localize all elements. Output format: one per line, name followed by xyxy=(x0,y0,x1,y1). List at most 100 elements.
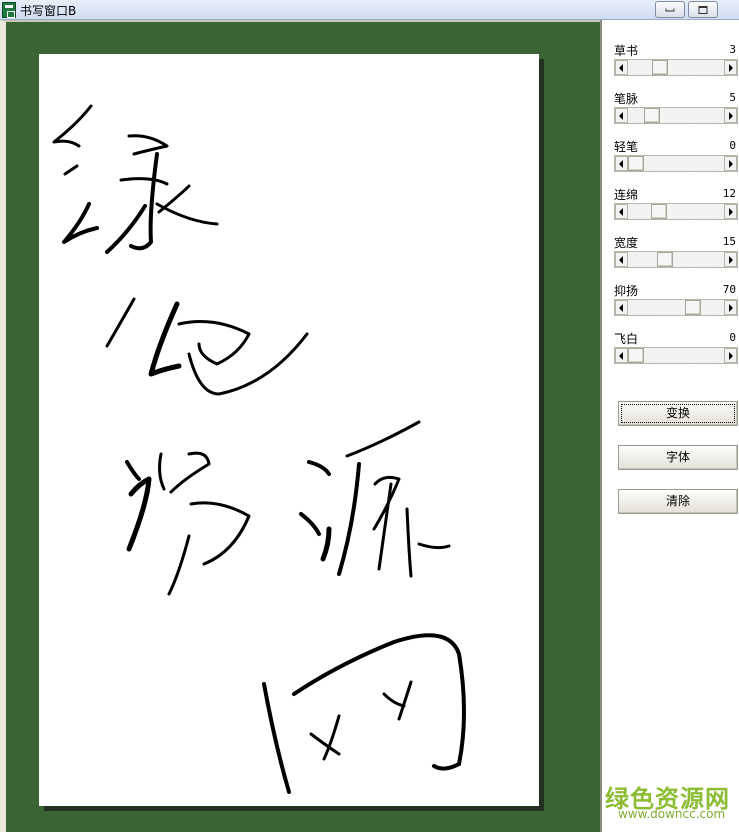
slider-thumb[interactable] xyxy=(657,252,673,267)
stroke xyxy=(127,134,169,156)
window-title: 书写窗口B xyxy=(20,4,77,18)
scroll-right-button[interactable] xyxy=(724,252,737,267)
slider-thumb[interactable] xyxy=(652,60,668,75)
scroll-left-button[interactable] xyxy=(615,156,628,171)
param-value: 15 xyxy=(722,235,736,248)
stroke xyxy=(63,164,79,176)
arrow-right-icon xyxy=(729,256,733,264)
writing-paper[interactable] xyxy=(39,54,539,806)
scroll-left-button[interactable] xyxy=(615,300,628,315)
arrow-right-icon xyxy=(729,112,733,120)
arrow-left-icon xyxy=(619,208,623,216)
stroke xyxy=(187,332,309,396)
stroke xyxy=(320,526,332,562)
arrow-left-icon xyxy=(619,64,623,72)
scroll-left-button[interactable] xyxy=(615,60,628,75)
scroll-left-button[interactable] xyxy=(615,108,628,123)
stroke xyxy=(309,732,341,756)
scroll-right-button[interactable] xyxy=(724,108,737,123)
arrow-right-icon xyxy=(729,208,733,216)
stroke xyxy=(292,633,466,766)
slider-thumb[interactable] xyxy=(628,348,644,363)
qingbi-slider[interactable] xyxy=(614,155,738,172)
stroke xyxy=(157,184,191,214)
stroke xyxy=(262,682,291,794)
scroll-left-button[interactable] xyxy=(615,204,628,219)
maximize-button[interactable] xyxy=(688,1,718,18)
arrow-left-icon xyxy=(619,160,623,168)
bimai-slider[interactable] xyxy=(614,107,738,124)
calligraphy-drawing xyxy=(52,104,466,794)
writing-canvas-area xyxy=(0,20,600,832)
param-value: 0 xyxy=(729,139,736,152)
slider-thumb[interactable] xyxy=(628,156,644,171)
arrow-right-icon xyxy=(729,352,733,360)
lianmian-slider[interactable] xyxy=(614,203,738,220)
slider-thumb[interactable] xyxy=(685,300,701,315)
arrow-left-icon xyxy=(619,352,623,360)
stroke xyxy=(417,542,451,550)
stroke xyxy=(299,512,321,536)
stroke xyxy=(189,501,251,566)
feibai-slider[interactable] xyxy=(614,347,738,364)
arrow-left-icon xyxy=(619,112,623,120)
param-label: 抑扬 xyxy=(614,284,639,298)
param-label: 草书 xyxy=(614,44,639,58)
stroke xyxy=(405,507,413,578)
param-label: 轻笔 xyxy=(614,140,639,154)
param-label: 飞白 xyxy=(614,332,639,346)
param-label: 连绵 xyxy=(614,188,639,202)
stroke xyxy=(158,452,166,491)
font-button[interactable]: 字体 xyxy=(618,445,738,470)
param-value: 3 xyxy=(729,43,736,56)
slider-thumb[interactable] xyxy=(651,204,667,219)
scroll-right-button[interactable] xyxy=(724,156,737,171)
stroke xyxy=(148,301,182,377)
scroll-left-button[interactable] xyxy=(615,348,628,363)
stroke xyxy=(126,476,152,552)
stroke xyxy=(307,460,331,476)
scroll-right-button[interactable] xyxy=(724,204,737,219)
stroke xyxy=(119,177,169,186)
title-bar: 书写窗口B xyxy=(0,0,739,20)
stroke xyxy=(397,680,413,721)
param-value: 70 xyxy=(722,283,736,296)
stroke xyxy=(337,462,361,576)
param-value: 5 xyxy=(729,91,736,104)
kuandu-slider[interactable] xyxy=(614,251,738,268)
stroke xyxy=(105,204,147,254)
transform-button[interactable]: 变换 xyxy=(618,401,738,426)
maximize-icon xyxy=(698,5,708,14)
scroll-right-button[interactable] xyxy=(724,300,737,315)
arrow-left-icon xyxy=(619,256,623,264)
clear-button[interactable]: 清除 xyxy=(618,489,738,514)
stroke xyxy=(62,202,99,244)
app-icon xyxy=(2,2,16,18)
minimize-icon xyxy=(665,8,675,11)
scroll-right-button[interactable] xyxy=(724,60,737,75)
scroll-right-button[interactable] xyxy=(724,348,737,363)
stroke xyxy=(345,420,421,458)
param-label: 笔脉 xyxy=(614,92,639,106)
stroke xyxy=(105,297,136,348)
stroke xyxy=(125,460,141,481)
stroke xyxy=(169,451,211,494)
minimize-button[interactable] xyxy=(655,1,685,18)
arrow-right-icon xyxy=(729,304,733,312)
scroll-left-button[interactable] xyxy=(615,252,628,267)
watermark-url: www.downcc.com xyxy=(618,807,726,821)
stroke xyxy=(167,534,191,596)
yiyang-slider[interactable] xyxy=(614,299,738,316)
param-value: 0 xyxy=(729,331,736,344)
arrow-right-icon xyxy=(729,160,733,168)
slider-thumb[interactable] xyxy=(644,108,660,123)
param-label: 宽度 xyxy=(614,236,639,250)
caoshu-slider[interactable] xyxy=(614,59,738,76)
stroke xyxy=(382,692,406,708)
stroke xyxy=(377,482,393,571)
stroke xyxy=(52,104,93,148)
stroke xyxy=(432,762,461,771)
control-panel: 草书 3 笔脉 5 轻笔 0 连绵 12 宽度 15 抑扬 70 飞白 0 变换… xyxy=(600,20,739,832)
param-value: 12 xyxy=(722,187,736,200)
stroke xyxy=(129,152,159,251)
